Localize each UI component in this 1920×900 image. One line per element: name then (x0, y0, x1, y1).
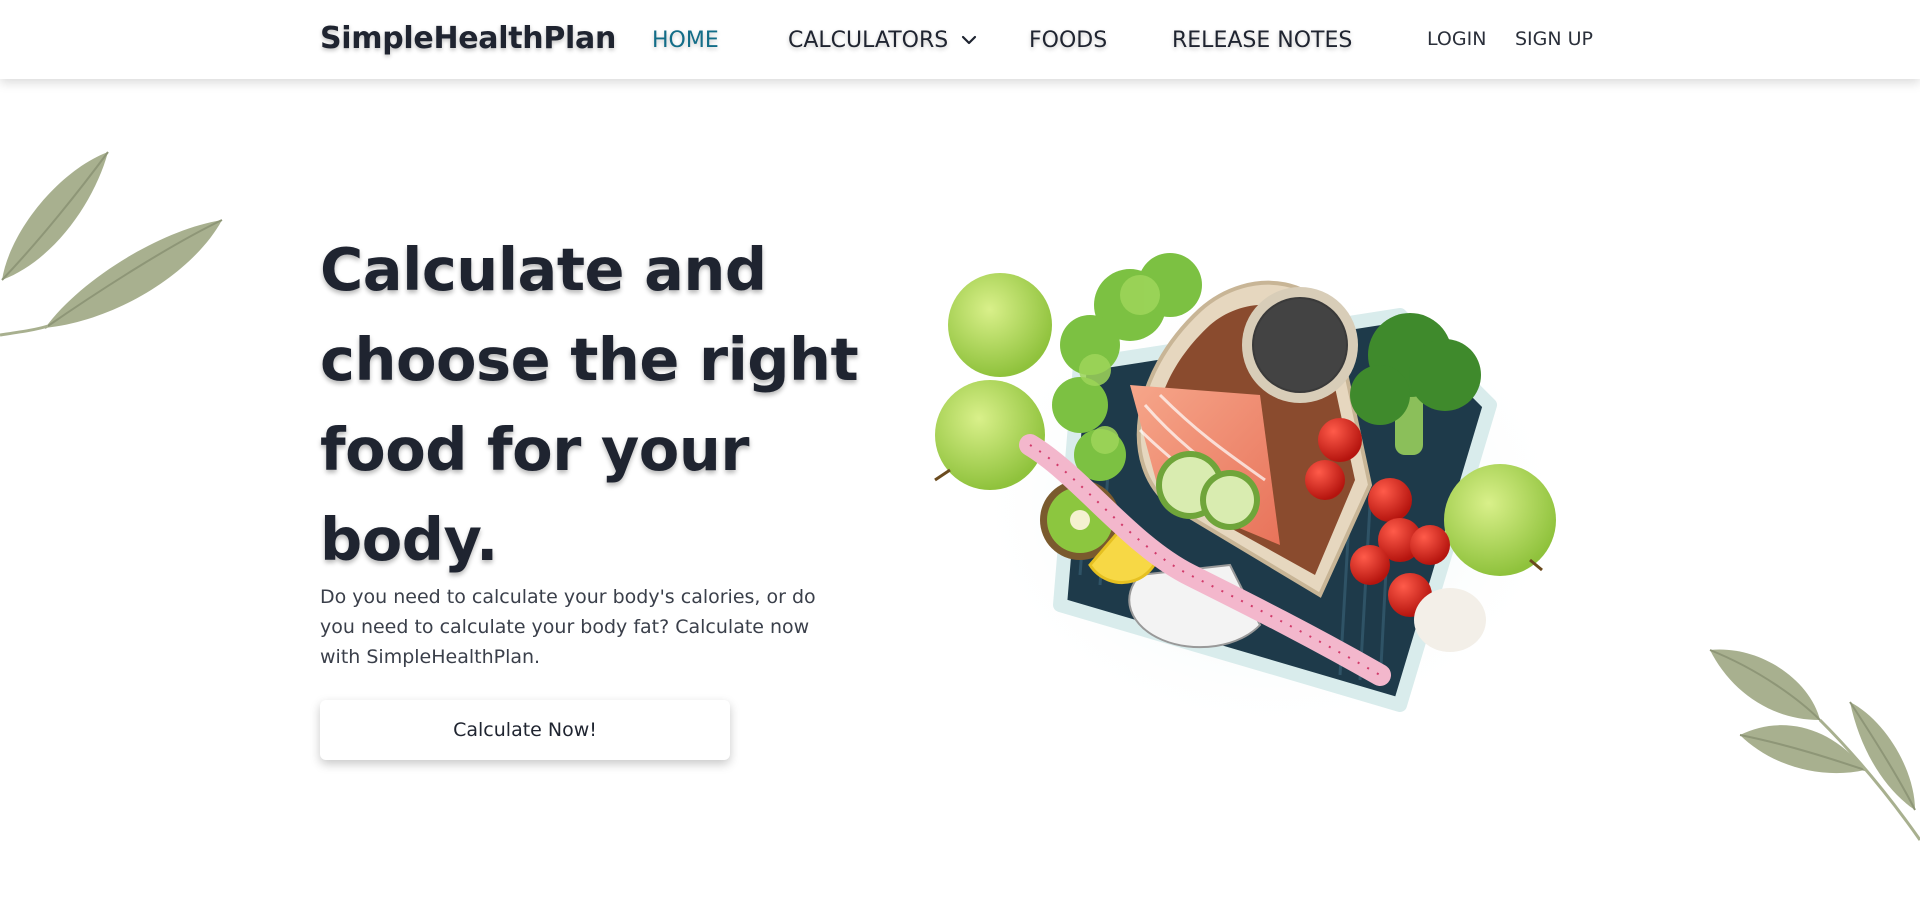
nav-calculators-dropdown[interactable]: CALCULATORS (788, 28, 977, 53)
hero-title: Calculate and choose the right food for … (320, 235, 859, 574)
top-navbar: SimpleHealthPlan HOME CALCULATORS FOODS … (0, 0, 1920, 79)
nav-calculators-label: CALCULATORS (788, 28, 949, 53)
hero-description: Do you need to calculate your body's cal… (320, 586, 816, 668)
brand-logo[interactable]: SimpleHealthPlan (320, 21, 616, 56)
healthy-food-illustration (934, 253, 1570, 735)
leaf-icon (0, 151, 223, 337)
nav-foods[interactable]: FOODS (1029, 28, 1107, 53)
signup-link[interactable]: SIGN UP (1515, 28, 1593, 50)
nav-release-notes[interactable]: RELEASE NOTES (1172, 28, 1352, 53)
chevron-down-icon (962, 35, 977, 44)
leaf-branch-icon (1709, 649, 1920, 841)
nav-home[interactable]: HOME (652, 28, 719, 53)
login-link[interactable]: LOGIN (1427, 28, 1486, 50)
calculate-now-button[interactable]: Calculate Now! (320, 700, 730, 760)
